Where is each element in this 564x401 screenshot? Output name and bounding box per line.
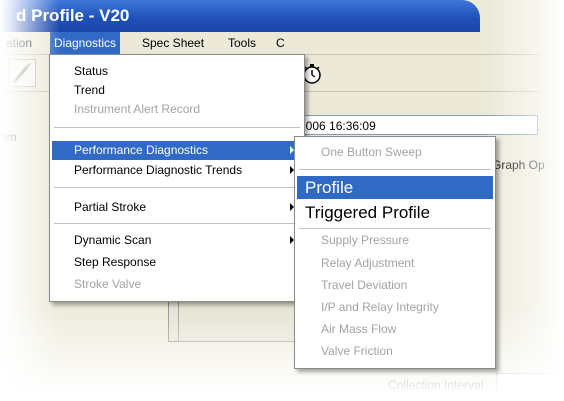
menu-item-label: Trend <box>74 83 105 97</box>
menu-separator <box>54 127 300 129</box>
submenu-item-relay-adjustment: Relay Adjustment <box>297 254 493 273</box>
menu-diagnostics[interactable]: Diagnostics <box>50 32 121 54</box>
submenu-item-label: Air Mass Flow <box>321 322 397 336</box>
menu-separator <box>299 228 491 230</box>
diagnostics-menu: Status Trend Instrument Alert Record Per… <box>49 54 305 302</box>
menu-item-label: Dynamic Scan <box>74 233 152 247</box>
menu-item-status[interactable]: Status <box>52 62 302 81</box>
menu-item-label: Performance Diagnostics <box>74 143 209 157</box>
submenu-item-supply-pressure: Supply Pressure <box>297 231 493 250</box>
menu-calibration[interactable]: ation <box>6 36 32 50</box>
menu-item-label: Stroke Valve <box>74 277 142 291</box>
menu-item-label: Status <box>74 64 109 78</box>
menu-item-label: Step Response <box>74 255 157 269</box>
menu-item-label: Partial Stroke <box>74 200 147 214</box>
menu-item-performance-diagnostic-trends[interactable]: Performance Diagnostic Trends <box>52 161 302 180</box>
submenu-item-label: Valve Friction <box>321 344 393 358</box>
menu-more[interactable]: C <box>276 36 285 50</box>
menu-separator <box>299 169 491 171</box>
menu-separator <box>54 223 300 225</box>
menu-bar: ation Diagnostics Spec Sheet Tools C <box>0 32 540 55</box>
menu-item-dynamic-scan[interactable]: Dynamic Scan <box>52 231 302 250</box>
submenu-item-travel-deviation: Travel Deviation <box>297 276 493 295</box>
submenu-item-label: Triggered Profile <box>305 203 431 222</box>
submenu-item-label: Supply Pressure <box>321 233 410 247</box>
submenu-item-label: One Button Sweep <box>321 145 422 159</box>
submenu-item-valve-friction: Valve Friction <box>297 342 493 361</box>
menu-item-performance-diagnostics[interactable]: Performance Diagnostics <box>52 141 302 160</box>
collection-interval-label: Collection Interval <box>388 378 484 392</box>
menu-spec-sheet[interactable]: Spec Sheet <box>142 36 204 50</box>
menu-item-partial-stroke[interactable]: Partial Stroke <box>52 198 302 217</box>
window-title: d Profile - V20 <box>16 6 130 25</box>
menu-item-label: Instrument Alert Record <box>74 102 201 116</box>
dropper-icon <box>13 63 31 83</box>
submenu-item-label: Travel Deviation <box>321 278 408 292</box>
tree-item-label[interactable]: em <box>0 130 17 144</box>
menu-item-label: Performance Diagnostic Trends <box>74 163 243 177</box>
dropper-tool-button[interactable] <box>8 59 36 87</box>
submenu-item-label: Profile <box>305 178 354 197</box>
submenu-item-profile[interactable]: Profile <box>297 176 493 199</box>
submenu-item-ip-relay-integrity: I/P and Relay Integrity <box>297 298 493 317</box>
menu-separator <box>54 187 300 189</box>
submenu-item-air-mass-flow: Air Mass Flow <box>297 320 493 339</box>
submenu-item-triggered-profile[interactable]: Triggered Profile <box>297 201 493 224</box>
submenu-item-label: Relay Adjustment <box>321 256 415 270</box>
submenu-item-one-button-sweep: One Button Sweep <box>297 143 493 162</box>
menu-item-step-response[interactable]: Step Response <box>52 253 302 272</box>
menu-tools[interactable]: Tools <box>228 36 256 50</box>
graph-options-label[interactable]: Graph Op <box>492 158 545 172</box>
collection-interval-input[interactable] <box>496 373 558 397</box>
submenu-item-label: I/P and Relay Integrity <box>321 300 439 314</box>
title-bar: d Profile - V20 <box>0 0 480 32</box>
menu-item-stroke-valve: Stroke Valve <box>52 275 302 294</box>
menu-item-instrument-alert-record: Instrument Alert Record <box>52 100 302 119</box>
timestamp-field: ov 2006 16:36:09 <box>278 115 538 135</box>
menu-item-trend[interactable]: Trend <box>52 81 302 100</box>
performance-diagnostics-submenu: One Button Sweep Profile Triggered Profi… <box>294 136 496 369</box>
